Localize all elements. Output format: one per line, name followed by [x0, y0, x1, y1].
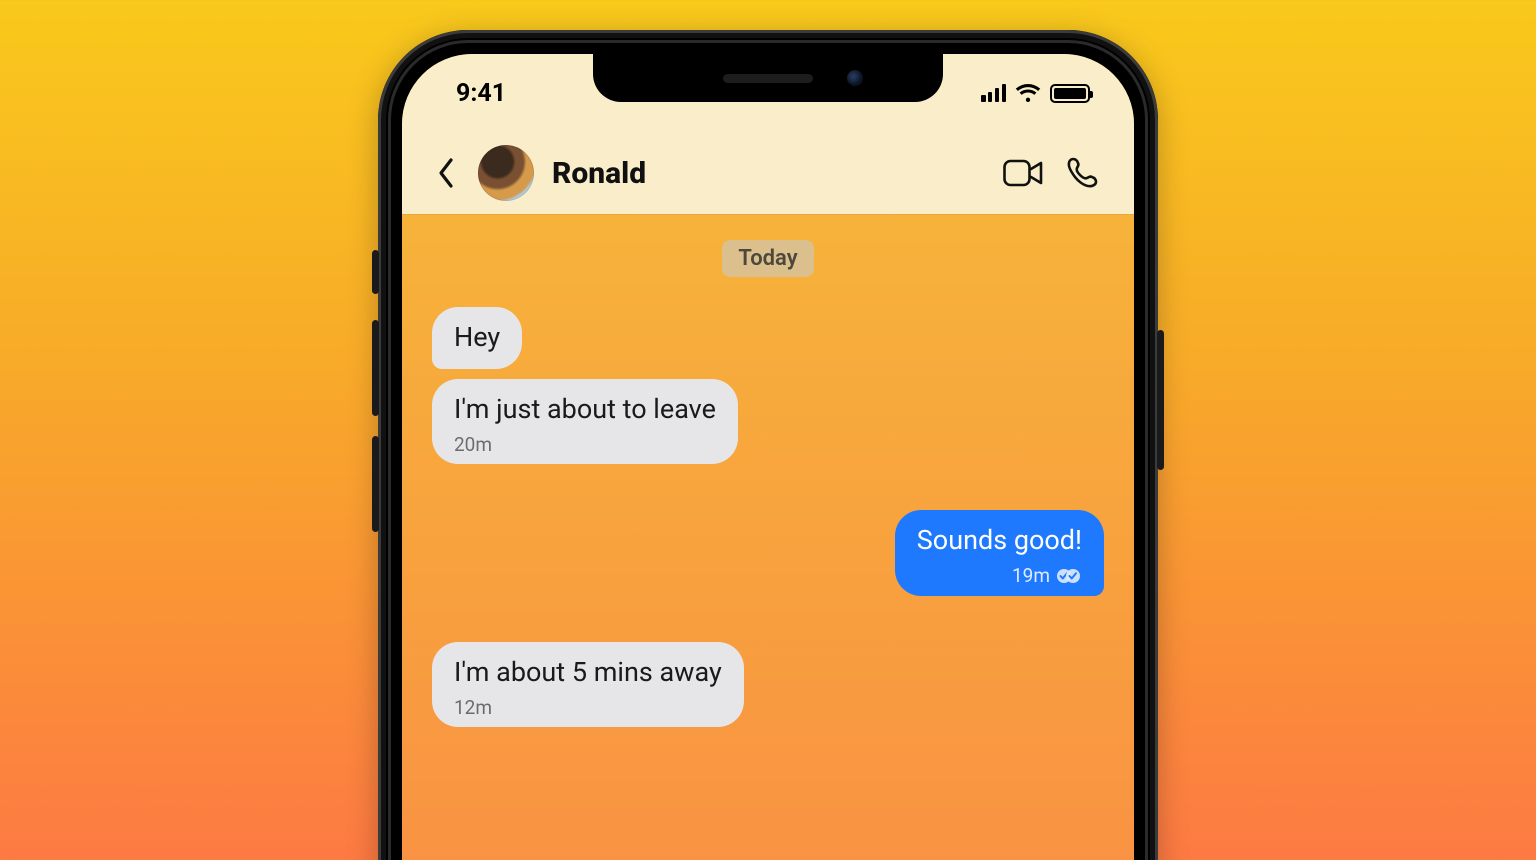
- message-row: I'm just about to leave 20m: [432, 379, 1104, 465]
- chevron-left-icon: [436, 157, 456, 189]
- message-row: Sounds good! 19m: [432, 510, 1104, 596]
- date-separator: Today: [722, 240, 813, 277]
- message-row: I'm about 5 mins away 12m: [432, 642, 1104, 728]
- battery-icon: [1050, 84, 1090, 103]
- contact-avatar[interactable]: [478, 145, 534, 201]
- status-time: 9:41: [456, 79, 506, 108]
- mute-switch: [372, 250, 379, 294]
- volume-up-button: [372, 320, 379, 416]
- chat-header: Ronald: [402, 132, 1134, 214]
- phone-icon: [1066, 156, 1100, 190]
- message-timestamp: 20m: [454, 433, 716, 457]
- contact-name[interactable]: Ronald: [552, 156, 988, 191]
- voice-call-button[interactable]: [1058, 148, 1108, 198]
- cellular-signal-icon: [981, 84, 1006, 102]
- read-receipt-icon: [1056, 568, 1082, 584]
- phone-screen: 9:41 Ronald: [402, 54, 1134, 860]
- incoming-message-bubble[interactable]: Hey: [432, 307, 522, 369]
- video-call-button[interactable]: [998, 148, 1048, 198]
- front-camera: [847, 70, 863, 86]
- speaker-grille: [723, 74, 813, 83]
- wifi-icon: [1015, 83, 1041, 103]
- incoming-message-bubble[interactable]: I'm about 5 mins away 12m: [432, 642, 744, 728]
- message-text: Sounds good!: [917, 524, 1082, 558]
- message-row: Hey: [432, 307, 1104, 369]
- status-indicators: [981, 83, 1090, 103]
- notch: [593, 54, 943, 102]
- message-text: Hey: [454, 321, 500, 355]
- outgoing-message-bubble[interactable]: Sounds good! 19m: [895, 510, 1104, 596]
- volume-down-button: [372, 436, 379, 532]
- incoming-message-bubble[interactable]: I'm just about to leave 20m: [432, 379, 738, 465]
- video-camera-icon: [1003, 158, 1043, 188]
- back-button[interactable]: [428, 155, 464, 191]
- phone-device: 9:41 Ronald: [378, 30, 1158, 860]
- power-button: [1157, 330, 1164, 470]
- message-text: I'm about 5 mins away: [454, 656, 722, 690]
- message-text: I'm just about to leave: [454, 393, 716, 427]
- message-timestamp: 12m: [454, 696, 722, 720]
- chat-body[interactable]: Today Hey I'm just about to leave 20m So…: [402, 214, 1134, 860]
- message-timestamp: 19m: [1012, 564, 1050, 588]
